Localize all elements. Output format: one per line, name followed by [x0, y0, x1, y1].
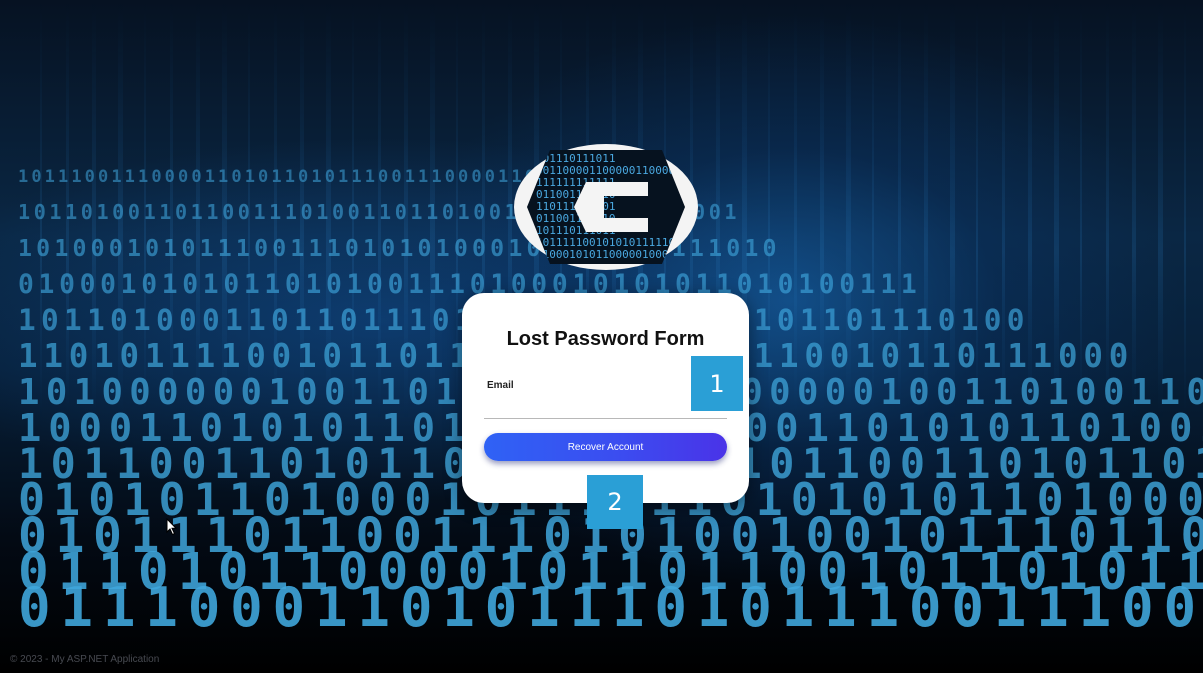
light-ray [1158, 0, 1163, 420]
binary-digit-row: 0100010101011010100111010001010101101010… [18, 270, 921, 300]
logo-binary-row: 0100010101100000100010101100000100010101… [536, 248, 698, 261]
light-ray [1184, 0, 1186, 420]
recover-account-button[interactable]: Recover Account [484, 433, 727, 461]
binary-digit-row: 0111000110101110101110011100011010111010… [18, 576, 1203, 639]
annotation-marker-1: 1 [691, 356, 743, 411]
form-title: Lost Password Form [506, 328, 705, 350]
footer-copyright: © 2023 - My ASP.NET Application [10, 654, 160, 665]
mouse-cursor-icon [166, 518, 178, 536]
annotation-marker-2: 2 [587, 475, 643, 529]
login-background: 1011100111000011010110101110011100001101… [0, 0, 1203, 673]
app-logo: 1011101110110011000011000001100001100000… [514, 144, 698, 270]
